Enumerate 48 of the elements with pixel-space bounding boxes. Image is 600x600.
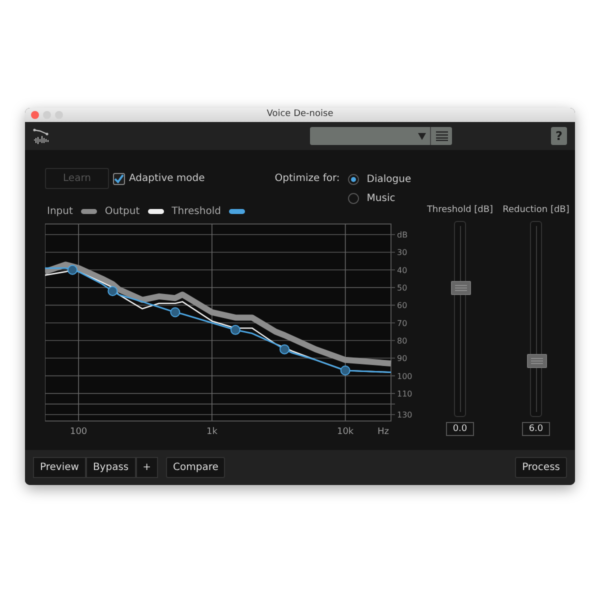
threshold-node[interactable] [67,264,78,275]
y-axis-label: 100 [397,372,412,381]
y-axis-label: 50 [397,284,408,293]
slider-label: Threshold [dB] [426,204,494,217]
threshold-node[interactable] [230,324,240,335]
threshold-node[interactable] [280,344,290,354]
slider-thumb[interactable] [451,281,471,296]
y-axis-label: 60 [397,301,408,310]
optimize-label: Optimize for: [274,172,340,186]
footer-button[interactable]: Bypass [86,457,136,478]
x-axis-label: 1k [206,427,218,437]
legend-label: Input [47,204,73,218]
footer-button[interactable]: Preview [33,457,86,478]
legend-label: Output [104,204,140,218]
threshold-node[interactable] [170,307,180,318]
legend-label: Threshold [172,204,221,218]
window-title: Voice De-noise [266,108,334,122]
threshold-node[interactable] [340,366,350,376]
y-axis-label: 40 [397,266,408,275]
y-axis-label: 110 [397,389,412,398]
y-axis-unit: dB [397,230,408,240]
checkbox[interactable] [113,172,125,184]
y-axis-label: 70 [397,318,408,328]
value-field[interactable]: 6.0 [522,422,550,436]
footer-button[interactable]: Compare [166,457,226,478]
y-axis-label: 130 [397,410,412,420]
threshold-node[interactable] [108,286,118,296]
x-axis-unit: Hz [378,427,389,437]
x-axis-label: 10k [337,427,354,437]
radio-button[interactable] [348,193,359,204]
help-button[interactable]: ? [551,127,567,145]
menu-button[interactable] [430,127,452,145]
y-axis-label: 90 [397,354,408,364]
y-axis-label: 80 [397,336,408,346]
app-logo-icon [33,128,51,144]
process-button[interactable]: Process [515,457,567,478]
radio-label: Dialogue [366,173,412,187]
slider-label: Reduction [dB] [502,204,570,217]
x-axis-label: 100 [70,427,88,437]
footer-button[interactable]: + [136,457,158,478]
caret-icon [418,132,426,140]
menu-icon [436,131,448,141]
radio-button[interactable] [348,174,359,185]
value-field[interactable]: 0.0 [446,422,474,436]
slider-thumb[interactable] [527,354,547,368]
checkbox-label: Adaptive mode [129,172,205,186]
radio-label: Music [366,192,396,206]
y-axis-label: 30 [397,248,408,258]
